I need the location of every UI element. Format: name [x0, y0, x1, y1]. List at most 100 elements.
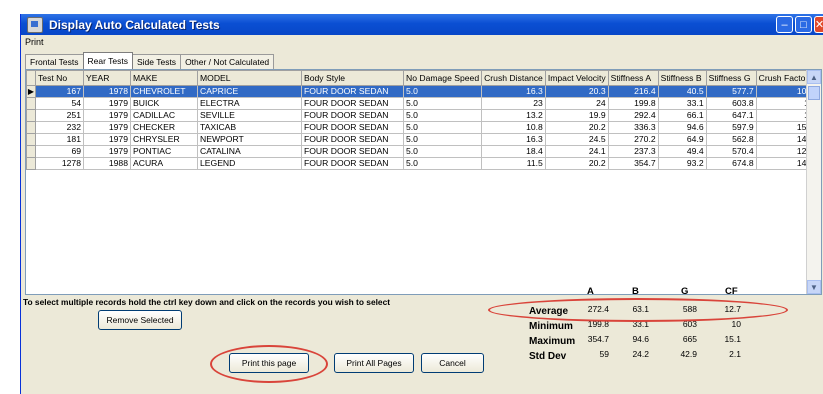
vertical-scrollbar[interactable]: ▲ ▼: [806, 70, 821, 294]
title-bar[interactable]: Display Auto Calculated Tests ‒ □ ✕: [21, 14, 823, 35]
table-cell[interactable]: FOUR DOOR SEDAN: [301, 157, 404, 170]
table-cell[interactable]: 20.2: [544, 121, 609, 134]
table-cell[interactable]: LEGEND: [197, 157, 302, 170]
table-cell[interactable]: FOUR DOOR SEDAN: [301, 121, 404, 134]
scrollbar-thumb[interactable]: [808, 86, 820, 100]
table-row[interactable]: 181 1979 CHRYSLER NEWPORT FOUR DOOR SEDAN 5.0…: [26, 133, 817, 146]
table-cell[interactable]: 69: [35, 145, 84, 158]
row-indicator[interactable]: [26, 145, 36, 158]
row-indicator[interactable]: [26, 97, 36, 110]
table-cell[interactable]: 18.4: [481, 145, 546, 158]
table-cell[interactable]: 20.3: [544, 85, 609, 98]
table-cell[interactable]: PONTIAC: [130, 145, 198, 158]
table-cell[interactable]: 167: [35, 85, 84, 98]
table-row[interactable]: 69 1979 PONTIAC CATALINA FOUR DOOR SEDAN 5.0 1…: [26, 145, 817, 158]
table-cell[interactable]: 64.9: [657, 133, 707, 146]
column-header[interactable]: YEAR: [83, 70, 131, 86]
cancel-button[interactable]: Cancel: [421, 353, 484, 373]
minimize-icon[interactable]: ‒: [776, 16, 793, 33]
tab-rear-tests[interactable]: Rear Tests: [82, 52, 133, 69]
table-cell[interactable]: 1979: [83, 97, 131, 110]
maximize-icon[interactable]: □: [795, 16, 812, 33]
table-cell[interactable]: FOUR DOOR SEDAN: [301, 85, 404, 98]
table-cell[interactable]: 10.8: [481, 121, 546, 134]
scroll-down-icon[interactable]: ▼: [807, 280, 821, 294]
table-row[interactable]: 54 1979 BUICK ELECTRA FOUR DOOR SEDAN 5.0 23 24…: [26, 97, 817, 110]
column-header[interactable]: Body Style: [301, 70, 404, 86]
table-cell[interactable]: FOUR DOOR SEDAN: [301, 109, 404, 122]
table-cell[interactable]: FOUR DOOR SEDAN: [301, 133, 404, 146]
column-header[interactable]: Stiffness B: [657, 70, 707, 86]
table-cell[interactable]: 292.4: [607, 109, 659, 122]
table-row[interactable]: 232 1979 CHECKER TAXICAB FOUR DOOR SEDAN 5.0 1…: [26, 121, 817, 134]
table-cell[interactable]: FOUR DOOR SEDAN: [301, 97, 404, 110]
table-cell[interactable]: 19.9: [544, 109, 609, 122]
table-cell[interactable]: 5.0: [402, 121, 483, 134]
table-cell[interactable]: 1979: [83, 109, 131, 122]
table-cell[interactable]: TAXICAB: [197, 121, 302, 134]
table-cell[interactable]: 270.2: [607, 133, 659, 146]
row-indicator[interactable]: ▶: [26, 85, 36, 98]
print-all-pages-button[interactable]: Print All Pages: [334, 353, 414, 373]
column-header[interactable]: Impact Velocity: [544, 70, 609, 86]
menu-print[interactable]: Print: [25, 37, 44, 47]
table-cell[interactable]: 1979: [83, 145, 131, 158]
row-indicator[interactable]: [26, 121, 36, 134]
table-cell[interactable]: BUICK: [130, 97, 198, 110]
tab-frontal-tests[interactable]: Frontal Tests: [25, 54, 84, 69]
table-cell[interactable]: 20.2: [544, 157, 609, 170]
table-cell[interactable]: 232: [35, 121, 84, 134]
table-cell[interactable]: 1278: [35, 157, 84, 170]
table-cell[interactable]: 5.0: [402, 85, 483, 98]
table-cell[interactable]: ELECTRA: [197, 97, 302, 110]
table-cell[interactable]: CHRYSLER: [130, 133, 198, 146]
table-cell[interactable]: CAPRICE: [197, 85, 302, 98]
table-cell[interactable]: 216.4: [607, 85, 659, 98]
column-header[interactable]: No Damage Speed: [402, 70, 483, 86]
table-cell[interactable]: 674.8: [705, 157, 757, 170]
column-header[interactable]: Test No: [35, 70, 84, 86]
row-indicator[interactable]: [26, 109, 36, 122]
scroll-up-icon[interactable]: ▲: [807, 70, 821, 84]
table-cell[interactable]: 23: [481, 97, 546, 110]
table-cell[interactable]: NEWPORT: [197, 133, 302, 146]
table-cell[interactable]: CADILLAC: [130, 109, 198, 122]
table-cell[interactable]: 562.8: [705, 133, 757, 146]
table-cell[interactable]: 5.0: [402, 97, 483, 110]
table-cell[interactable]: 94.6: [657, 121, 707, 134]
table-cell[interactable]: 16.3: [481, 85, 546, 98]
table-cell[interactable]: FOUR DOOR SEDAN: [301, 145, 404, 158]
table-cell[interactable]: 577.7: [705, 85, 757, 98]
table-cell[interactable]: 603.8: [705, 97, 757, 110]
table-cell[interactable]: 54: [35, 97, 84, 110]
table-cell[interactable]: 5.0: [402, 109, 483, 122]
table-cell[interactable]: 1979: [83, 133, 131, 146]
table-row[interactable]: ▶ 167 1978 CHEVROLET CAPRICE FOUR DOOR SEDAN 5…: [26, 85, 817, 98]
table-cell[interactable]: 5.0: [402, 133, 483, 146]
table-cell[interactable]: 93.2: [657, 157, 707, 170]
column-header[interactable]: MODEL: [197, 70, 302, 86]
table-cell[interactable]: 237.3: [607, 145, 659, 158]
remove-selected-button[interactable]: Remove Selected: [98, 310, 182, 330]
table-cell[interactable]: 199.8: [607, 97, 659, 110]
table-cell[interactable]: 66.1: [657, 109, 707, 122]
table-cell[interactable]: CHECKER: [130, 121, 198, 134]
table-cell[interactable]: 597.9: [705, 121, 757, 134]
tab-side-tests[interactable]: Side Tests: [132, 54, 182, 69]
table-cell[interactable]: 1988: [83, 157, 131, 170]
row-indicator[interactable]: [26, 133, 36, 146]
table-cell[interactable]: ACURA: [130, 157, 198, 170]
table-cell[interactable]: 33.1: [657, 97, 707, 110]
close-icon[interactable]: ✕: [814, 16, 823, 33]
table-row[interactable]: 1278 1988 ACURA LEGEND FOUR DOOR SEDAN 5.0 11.…: [26, 157, 817, 170]
table-cell[interactable]: 24: [544, 97, 609, 110]
table-cell[interactable]: 570.4: [705, 145, 757, 158]
table-cell[interactable]: 1979: [83, 121, 131, 134]
table-cell[interactable]: 13.2: [481, 109, 546, 122]
table-cell[interactable]: CATALINA: [197, 145, 302, 158]
tests-grid[interactable]: Test No YEAR MAKE MODEL Body Style No Da…: [25, 69, 822, 295]
table-cell[interactable]: 251: [35, 109, 84, 122]
tab-other-not-calculated[interactable]: Other / Not Calculated: [180, 54, 275, 69]
table-cell[interactable]: 181: [35, 133, 84, 146]
table-cell[interactable]: 1978: [83, 85, 131, 98]
